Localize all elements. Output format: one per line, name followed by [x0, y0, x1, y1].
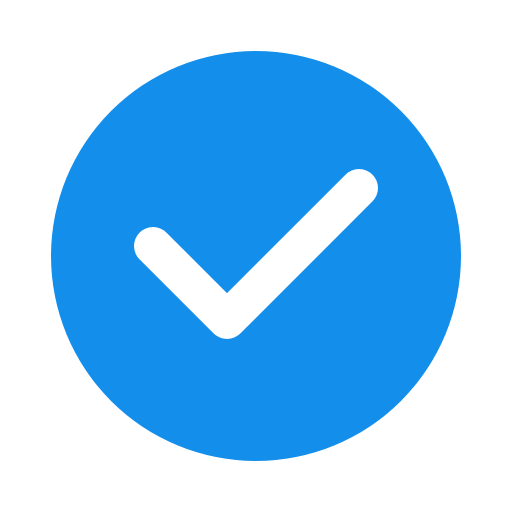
check-circle-svg [51, 51, 461, 461]
circle-background [51, 51, 461, 461]
canvas [0, 0, 512, 512]
check-circle-icon [0, 0, 512, 512]
